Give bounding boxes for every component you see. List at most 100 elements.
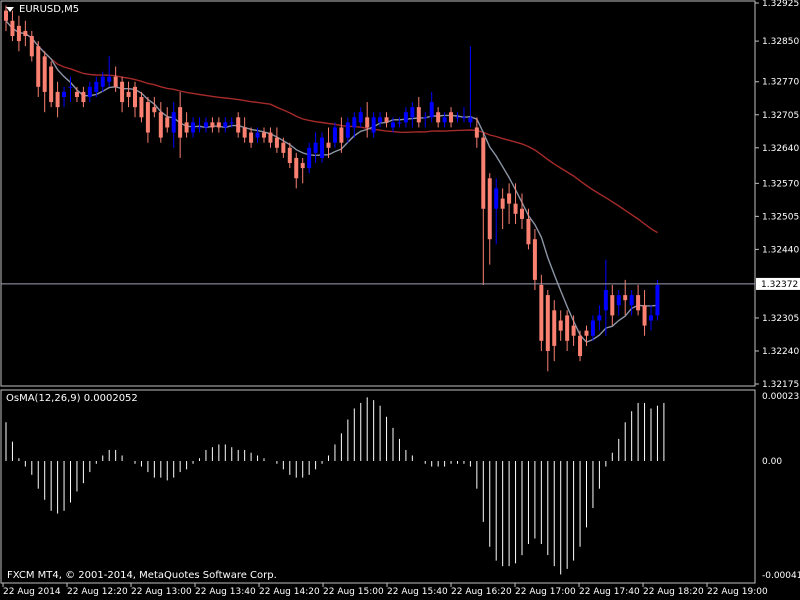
- candle: [313, 132, 318, 164]
- time-tick-label: 22 Aug 17:40: [579, 587, 640, 597]
- candle-body: [520, 208, 524, 219]
- price-axis: 1.32925 1.32850 1.32770 1.32705 1.32640 1.325…: [755, 0, 799, 390]
- time-tick-label: 22 Aug 15:40: [387, 587, 448, 597]
- candle: [532, 229, 537, 291]
- candle-body: [171, 112, 176, 133]
- time-tick-label: 22 Aug 13:00: [131, 587, 192, 597]
- candle: [10, 10, 15, 42]
- candle-body: [513, 203, 518, 214]
- candle: [197, 117, 202, 133]
- candle-body: [494, 188, 499, 209]
- price-tick-label: 1.32505: [762, 212, 799, 222]
- candle: [526, 208, 531, 250]
- candle-body: [507, 193, 512, 204]
- candle-body: [223, 122, 228, 128]
- candle-body: [552, 310, 557, 346]
- candle: [565, 310, 570, 351]
- candle-body: [474, 127, 479, 138]
- candle-body: [378, 117, 383, 123]
- candle-body: [391, 122, 395, 128]
- candle-body: [629, 295, 634, 306]
- price-tick-label: 1.32570: [762, 179, 799, 189]
- candle-body: [636, 295, 641, 311]
- candle-body: [468, 117, 473, 123]
- candle-body: [526, 218, 531, 245]
- osma-tick-label: 0.000235: [762, 392, 800, 402]
- candle-body: [610, 295, 615, 316]
- candle: [55, 81, 60, 118]
- candle: [332, 122, 337, 148]
- candle: [210, 117, 215, 133]
- candle-body: [416, 107, 421, 123]
- candle-body: [139, 96, 144, 118]
- time-tick-label: 22 Aug 13:40: [195, 587, 256, 597]
- candle: [107, 56, 112, 87]
- candle-body: [81, 91, 86, 103]
- candle: [165, 107, 170, 133]
- candle-body: [262, 132, 266, 138]
- candle: [300, 157, 305, 184]
- candle: [203, 117, 208, 133]
- candle-body: [62, 91, 67, 97]
- candle-body: [578, 335, 583, 357]
- candle-body: [481, 137, 486, 209]
- price-tick-label: 1.32175: [762, 380, 799, 390]
- symbol-label[interactable]: EURUSD,M5: [6, 4, 79, 15]
- candle-body: [55, 91, 60, 108]
- time-tick-label: 22 Aug 2014: [3, 587, 61, 597]
- candle-body: [300, 163, 305, 169]
- candle-body: [461, 117, 466, 119]
- candle-body: [281, 142, 286, 153]
- time-axis: 22 Aug 2014 22 Aug 12:20 22 Aug 13:00 22 Au…: [2, 583, 768, 597]
- candle: [62, 86, 67, 108]
- candle-body: [565, 315, 570, 341]
- osma-tick-label: 0.00: [762, 457, 782, 467]
- time-tick-label: 22 Aug 19:00: [707, 587, 768, 597]
- candle: [468, 46, 473, 128]
- time-tick-label: 22 Aug 18:20: [643, 587, 704, 597]
- candle-body: [120, 81, 125, 103]
- candle: [623, 279, 628, 316]
- candle: [603, 259, 608, 336]
- candle-body: [107, 76, 112, 82]
- candle: [274, 127, 279, 153]
- candle-body: [332, 127, 337, 143]
- candle: [171, 102, 176, 148]
- candle-body: [145, 102, 150, 133]
- candle: [29, 30, 34, 62]
- candle: [384, 112, 389, 128]
- time-tick-label: 22 Aug 12:20: [67, 587, 128, 597]
- chevron-down-icon[interactable]: [6, 6, 14, 12]
- candle: [610, 284, 615, 326]
- candle: [558, 310, 563, 341]
- osma-axis: 0.000235 0.00 -0.000412: [762, 392, 800, 581]
- candle: [571, 315, 576, 346]
- current-price-label: 1.32372: [761, 280, 798, 290]
- candle-body: [320, 137, 325, 158]
- candle-body: [268, 132, 273, 143]
- candle-body: [49, 66, 54, 103]
- candle-body: [339, 127, 344, 143]
- candle-body: [326, 142, 331, 148]
- symbol-text: EURUSD,M5: [19, 4, 80, 15]
- candle-body: [539, 284, 544, 341]
- candle-body: [255, 132, 260, 138]
- candle-body: [500, 198, 505, 209]
- candle: [423, 112, 428, 128]
- candle-body: [294, 157, 299, 179]
- price-tick-label: 1.32305: [762, 314, 799, 324]
- candle-body: [436, 112, 441, 123]
- candle: [236, 112, 241, 138]
- price-tick-label: 1.32770: [762, 78, 799, 88]
- candle: [552, 300, 557, 362]
- current-price-line: 1.32372: [1, 277, 800, 290]
- candle: [642, 290, 647, 336]
- candle-body: [274, 137, 279, 148]
- candle-body: [152, 107, 157, 113]
- candle: [649, 305, 653, 331]
- candle-body: [165, 117, 170, 128]
- candle: [429, 91, 434, 123]
- candle: [597, 305, 602, 331]
- candle: [455, 112, 460, 123]
- candle: [584, 325, 589, 346]
